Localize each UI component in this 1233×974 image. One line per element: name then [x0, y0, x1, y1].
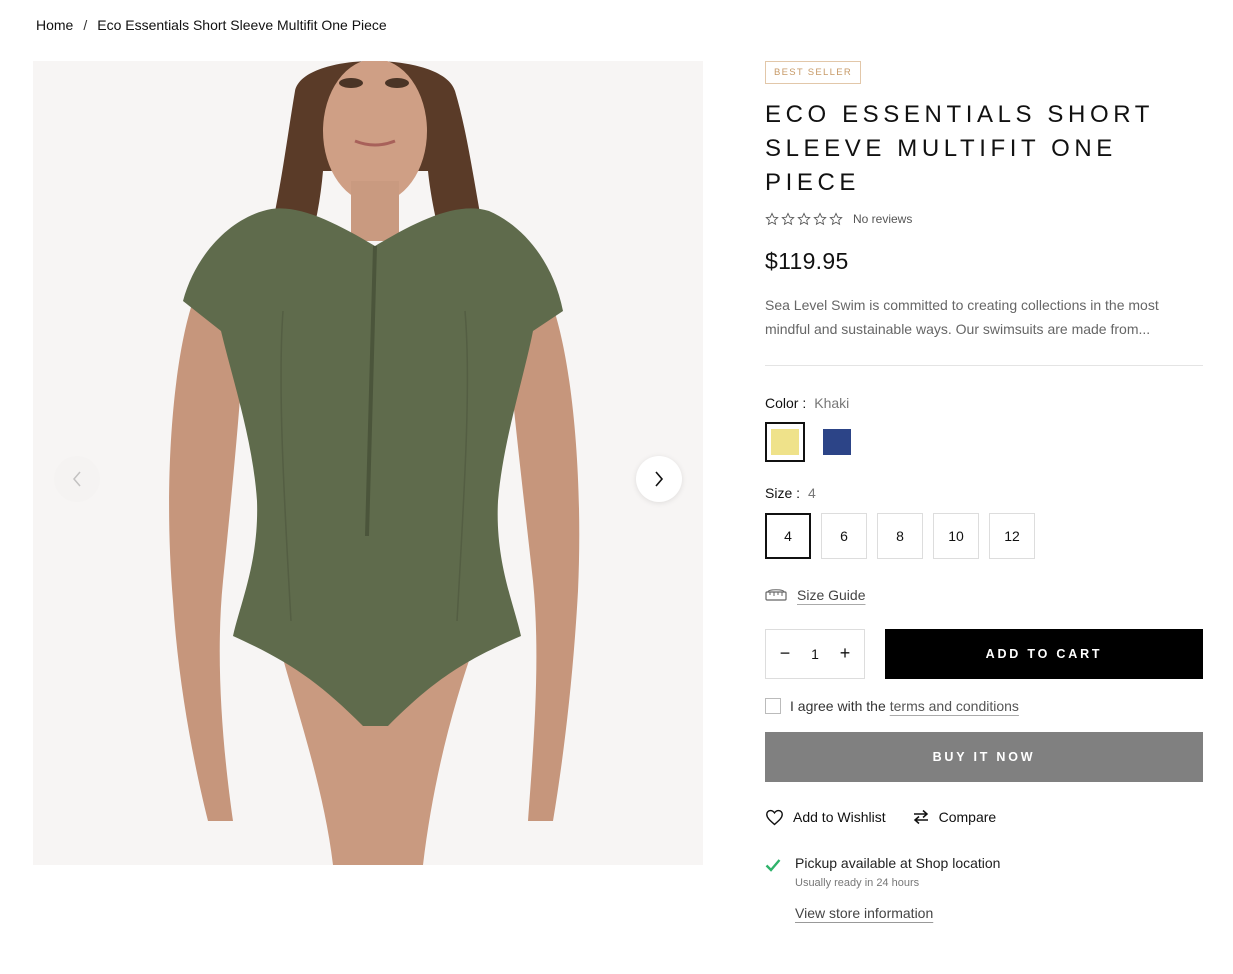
ruler-icon	[765, 588, 787, 601]
divider	[765, 364, 1203, 366]
add-to-wishlist-button[interactable]: Add to Wishlist	[765, 809, 886, 826]
heart-icon	[766, 809, 783, 825]
color-swatch-khaki[interactable]	[765, 421, 805, 462]
rating-stars	[765, 211, 843, 226]
add-to-cart-button[interactable]: ADD TO CART	[885, 628, 1203, 679]
qty-value[interactable]: 1	[811, 646, 819, 662]
qty-plus-button[interactable]: +	[834, 643, 856, 665]
reviews-count[interactable]: No reviews	[853, 212, 912, 226]
product-gallery	[33, 61, 703, 865]
color-label: Color :	[765, 394, 807, 411]
star-outline-icon	[781, 211, 795, 225]
pickup-text: Pickup available at Shop location Usuall…	[795, 855, 1000, 923]
pickup-availability: Pickup available at Shop location Usuall…	[765, 855, 1203, 923]
product-title: ECO ESSENTIALS SHORT SLEEVE MULTIFIT ONE…	[765, 100, 1154, 196]
gallery-next-button[interactable]	[636, 456, 682, 502]
star-outline-icon	[765, 211, 779, 225]
checkmark-icon	[765, 858, 781, 872]
view-store-info-link[interactable]: View store information	[795, 905, 933, 921]
size-option-10[interactable]: 10	[933, 512, 979, 559]
color-option: Color : Khaki	[765, 395, 1203, 462]
size-label: Size :	[765, 484, 801, 501]
breadcrumb-home-link[interactable]: Home	[36, 17, 73, 33]
size-selected-value: 4	[808, 484, 816, 501]
qty-minus-button[interactable]: −	[774, 643, 796, 665]
color-swatch-fill	[771, 428, 799, 455]
add-to-cart-row: − 1 + ADD TO CART	[765, 628, 1203, 679]
star-outline-icon	[829, 211, 843, 225]
terms-checkbox[interactable]	[765, 697, 781, 714]
star-outline-icon	[813, 211, 827, 225]
compare-button[interactable]: Compare	[912, 809, 997, 826]
chevron-left-icon	[73, 471, 81, 487]
size-option-8[interactable]: 8	[877, 512, 923, 559]
wishlist-label: Add to Wishlist	[793, 809, 886, 825]
color-swatch-fill	[823, 428, 851, 455]
size-option-6[interactable]: 6	[821, 512, 867, 559]
best-seller-badge: BEST SELLER	[765, 61, 862, 84]
product-actions: Add to Wishlist Compare	[765, 809, 1203, 826]
size-guide[interactable]: Size Guide	[765, 587, 1203, 603]
size-option: Size : 4 4 6 8 10 12	[765, 485, 1203, 559]
product-image	[33, 61, 703, 865]
breadcrumb-current: Eco Essentials Short Sleeve Multifit One…	[97, 17, 387, 33]
product-description: Sea Level Swim is committed to creating …	[765, 296, 1159, 337]
product-info: BEST SELLER ECO ESSENTIALS SHORT SLEEVE …	[765, 61, 1203, 923]
color-swatch-navy[interactable]	[817, 422, 857, 462]
buy-it-now-button[interactable]: BUY IT NOW	[765, 731, 1203, 782]
color-label-row: Color : Khaki	[765, 395, 1203, 411]
product-price: $119.95	[765, 247, 849, 274]
star-outline-icon	[797, 211, 811, 225]
product-rating: No reviews	[765, 212, 1203, 226]
pickup-sub-text: Usually ready in 24 hours	[795, 876, 920, 889]
compare-label: Compare	[938, 809, 997, 825]
compare-arrows-icon	[913, 809, 928, 825]
size-guide-link[interactable]: Size Guide	[797, 587, 865, 603]
terms-agreement: I agree with the terms and conditions	[765, 697, 1203, 714]
chevron-right-icon	[655, 471, 664, 487]
pickup-main-text: Pickup available at Shop location	[795, 854, 1001, 871]
breadcrumb: Home / Eco Essentials Short Sleeve Multi…	[36, 17, 387, 33]
terms-link[interactable]: terms and conditions	[890, 698, 1019, 714]
breadcrumb-separator: /	[83, 17, 88, 33]
color-swatches	[765, 421, 1203, 462]
quantity-stepper: − 1 +	[765, 628, 865, 679]
size-option-12[interactable]: 12	[989, 512, 1035, 559]
size-options: 4 6 8 10 12	[765, 512, 1203, 559]
size-label-row: Size : 4	[765, 485, 1203, 501]
size-option-4[interactable]: 4	[765, 512, 811, 559]
gallery-prev-button[interactable]	[54, 456, 100, 502]
terms-prefix: I agree with the	[790, 697, 886, 714]
color-selected-value: Khaki	[814, 394, 850, 411]
